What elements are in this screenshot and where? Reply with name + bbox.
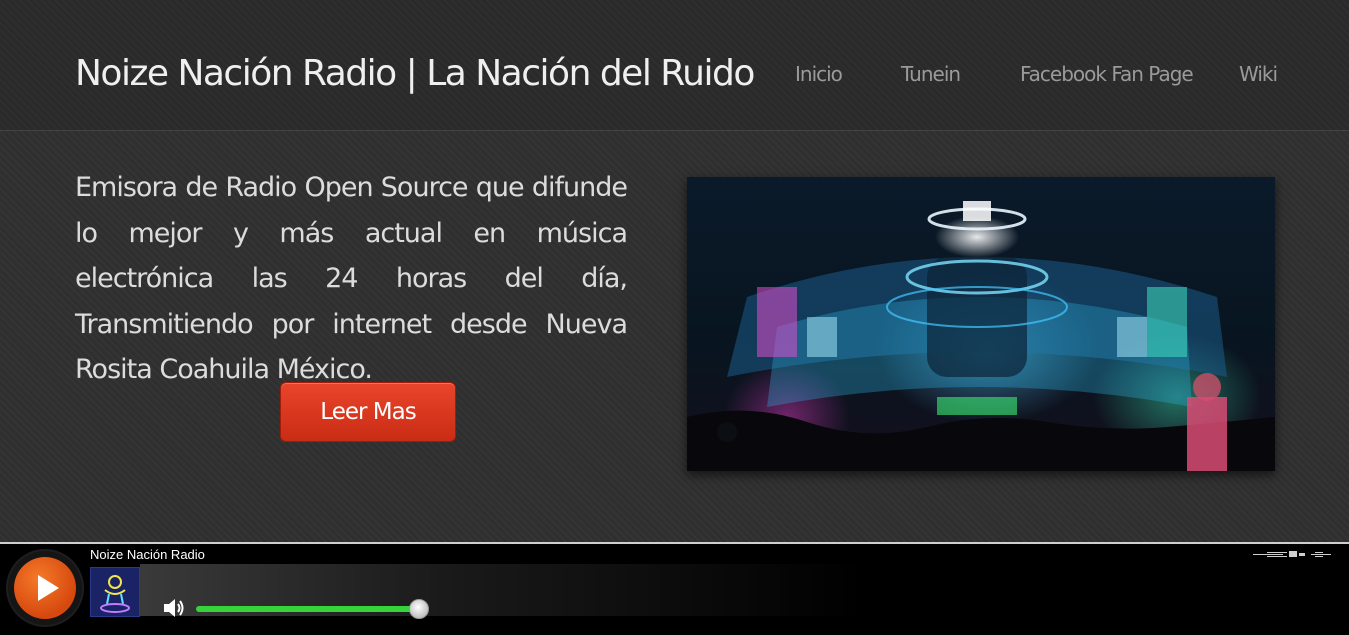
radio-player-bar: Noize Nación Radio [0,542,1349,635]
concert-stage-icon [687,201,1275,471]
leer-mas-button[interactable]: Leer Mas [280,382,456,442]
nav-tunein[interactable]: Tunein [901,60,961,88]
intro-text: Emisora de Radio Open Source que difunde… [75,172,628,385]
volume-slider-handle[interactable] [409,599,429,619]
nav-wiki[interactable]: Wiki [1239,60,1278,88]
main-nav: Inicio Tunein Facebook Fan Page Wiki [0,60,1349,90]
play-button-ring [8,551,82,625]
site-header: Noize Nación Radio | La Nación del Ruido… [0,0,1349,131]
player-station-name: Noize Nación Radio [90,547,205,562]
audio-visualizer-icon [1253,551,1331,557]
volume-slider-track[interactable] [196,606,420,612]
play-button[interactable] [14,557,76,619]
play-icon [38,575,59,601]
hero-concert-image [687,177,1275,471]
nav-inicio[interactable]: Inicio [795,60,843,88]
nav-facebook-fan-page[interactable]: Facebook Fan Page [1020,60,1194,88]
dj-logo-icon [91,568,139,616]
station-artwork [90,567,140,617]
volume-icon[interactable] [162,597,186,623]
